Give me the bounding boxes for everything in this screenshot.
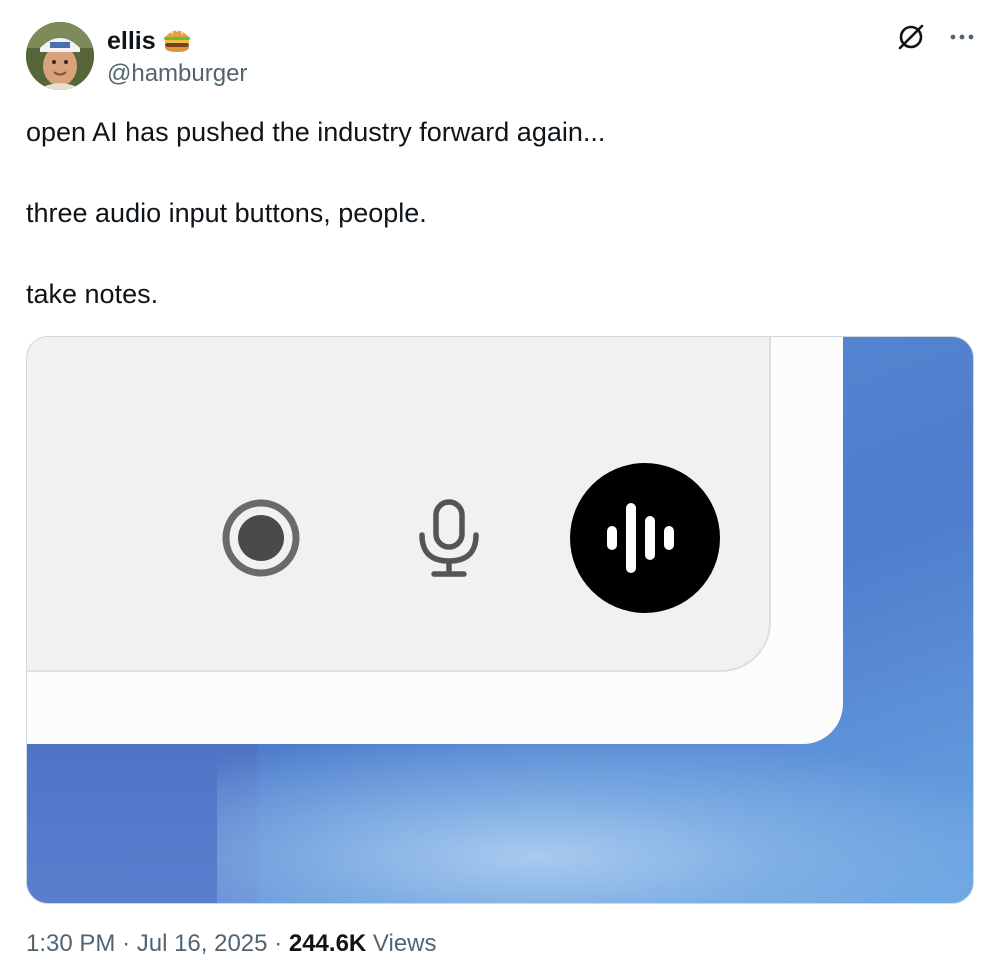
tweet-line: take notes.: [26, 279, 159, 309]
tweet: ellis @hamburger open AI has pushed the …: [0, 0, 1000, 978]
tweet-actions: [896, 22, 974, 52]
author-handle[interactable]: @hamburger: [107, 60, 247, 88]
tweet-meta: 1:30 PM · Jul 16, 2025 · 244.6K Views: [26, 930, 437, 958]
tweet-media-image[interactable]: [26, 336, 974, 904]
voice-waveform-icon: [607, 503, 674, 573]
hamburger-emoji-icon: [162, 24, 192, 59]
meta-separator: ·: [274, 930, 283, 957]
microphone-button[interactable]: [416, 499, 482, 579]
profile-photo-icon: [26, 22, 94, 90]
tweet-time[interactable]: 1:30 PM: [26, 930, 115, 957]
tweet-line: open AI has pushed the industry forward …: [26, 117, 606, 147]
tweet-line: three audio input buttons, people.: [26, 198, 427, 228]
meta-separator: ·: [122, 930, 131, 957]
display-name[interactable]: ellis: [107, 27, 156, 56]
background-glow: [217, 737, 973, 903]
record-button[interactable]: [220, 497, 302, 579]
more-horizontal-icon[interactable]: [950, 33, 974, 41]
grok-icon[interactable]: [896, 22, 926, 52]
views-label[interactable]: Views: [373, 930, 437, 957]
views-count[interactable]: 244.6K: [289, 930, 366, 957]
record-icon: [222, 499, 300, 577]
voice-mode-button[interactable]: [570, 463, 720, 613]
tweet-text: open AI has pushed the industry forward …: [26, 112, 966, 314]
avatar[interactable]: [26, 22, 94, 90]
microphone-icon: [419, 499, 479, 577]
tweet-date[interactable]: Jul 16, 2025: [137, 930, 268, 957]
input-bar-panel: [27, 337, 771, 672]
author-name-row[interactable]: ellis: [107, 24, 192, 59]
